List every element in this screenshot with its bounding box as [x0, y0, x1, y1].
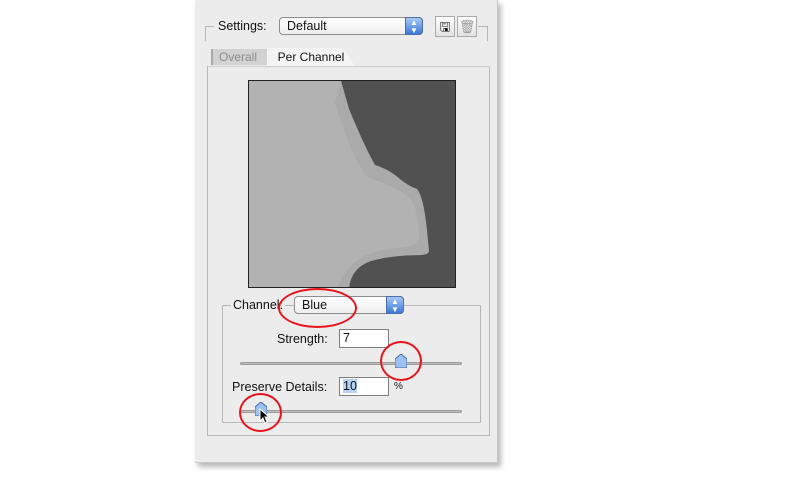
- tab-overall[interactable]: Overall: [211, 49, 268, 65]
- strength-field[interactable]: 7: [339, 329, 389, 348]
- channel-annotation-circle: [278, 288, 357, 328]
- preview-image-graphic: [249, 81, 455, 287]
- strength-annotation-circle: [380, 341, 422, 381]
- preserve-details-value: 10: [343, 379, 357, 393]
- settings-selected-value: Default: [287, 19, 327, 33]
- preview-image[interactable]: [248, 80, 456, 288]
- save-preset-icon: 🖫: [439, 19, 451, 34]
- preserve-details-label: Preserve Details:: [232, 380, 328, 394]
- save-preset-button[interactable]: 🖫: [435, 16, 455, 37]
- delete-preset-button[interactable]: 🗑: [457, 16, 477, 37]
- preserve-details-unit: %: [394, 381, 403, 392]
- up-down-arrows-icon: ▲ ▼: [405, 17, 423, 35]
- trash-icon: 🗑: [458, 19, 476, 34]
- tab-per-channel[interactable]: Per Channel: [267, 48, 355, 66]
- settings-divider-right: [478, 26, 488, 41]
- settings-divider: [205, 26, 214, 41]
- settings-select[interactable]: Default ▲ ▼: [279, 17, 423, 35]
- channel-label: Channel:: [231, 298, 286, 312]
- strength-slider[interactable]: [240, 362, 462, 365]
- preserve-details-field[interactable]: 10: [339, 377, 389, 396]
- up-down-arrows-icon: ▲ ▼: [386, 296, 404, 314]
- strength-label: Strength:: [277, 332, 328, 346]
- preserve-details-annotation-circle: [239, 393, 282, 432]
- settings-label: Settings:: [218, 19, 267, 33]
